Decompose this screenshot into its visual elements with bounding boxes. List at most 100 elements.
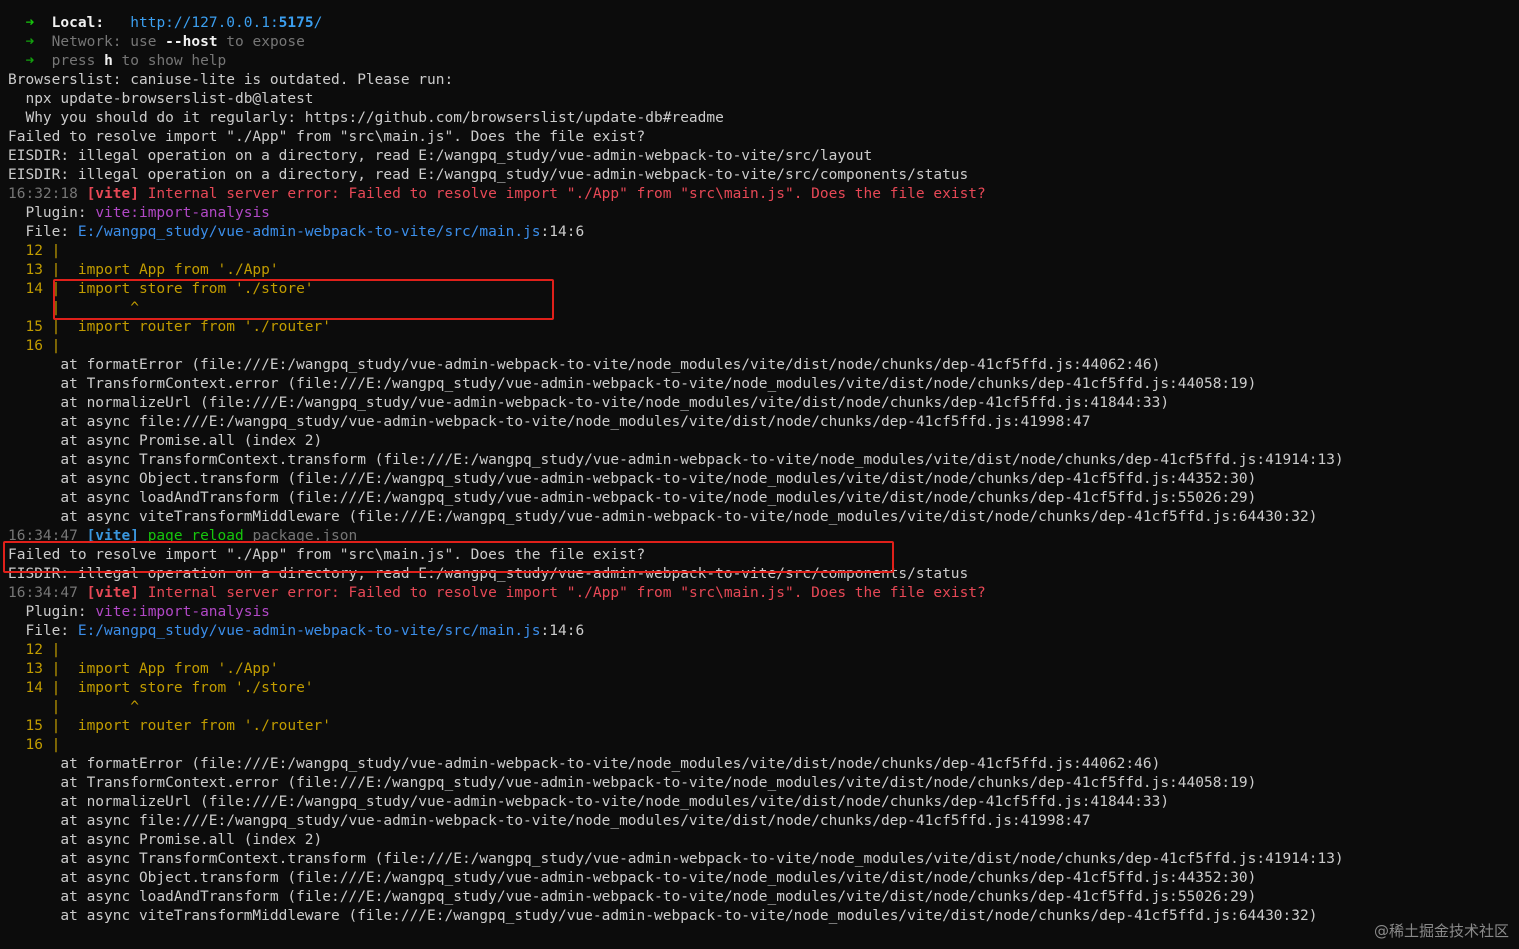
code-frame-line: 14 | import store from './store' <box>8 679 1519 698</box>
terminal-text-segment: ➜ <box>25 53 35 69</box>
terminal-text-segment: Why you should do it regularly: https://… <box>8 110 724 126</box>
terminal-text-segment: at async file:///E:/wangpq_study/vue-adm… <box>8 813 1091 829</box>
terminal-text-segment: | ^ <box>8 699 139 715</box>
terminal-text-segment: at async TransformContext.transform (fil… <box>8 851 1344 867</box>
terminal-text-segment: [vite] <box>86 528 139 544</box>
stack-trace-line: at async loadAndTransform (file:///E:/wa… <box>8 489 1519 508</box>
terminal-text-segment: Internal server error: Failed to resolve… <box>138 186 986 202</box>
watermark: @稀土掘金技术社区 <box>1373 922 1509 940</box>
terminal-text-segment: package.json <box>243 528 358 544</box>
terminal-text-segment: --host <box>165 34 218 50</box>
code-frame-line: 14 | import store from './store' <box>8 280 1519 299</box>
terminal-text-segment: | ^ <box>8 300 139 316</box>
terminal-text-segment: [vite] <box>86 585 139 601</box>
stack-trace-line: at normalizeUrl (file:///E:/wangpq_study… <box>8 394 1519 413</box>
terminal-text-segment: at async viteTransformMiddleware (file:/… <box>8 509 1318 525</box>
terminal-text-segment: E:/wangpq_study/vue-admin-webpack-to-vit… <box>77 224 541 240</box>
vite-help-line: ➜ press h to show help <box>8 52 1519 71</box>
terminal-text-segment: EISDIR: illegal operation on a directory… <box>8 566 969 582</box>
resolve-error-line: Failed to resolve import "./App" from "s… <box>8 546 1519 565</box>
browserslist-line: Browserslist: caniuse-lite is outdated. … <box>8 71 1519 90</box>
code-frame-line: 15 | import router from './router' <box>8 318 1519 337</box>
terminal-text-segment: to show help <box>112 53 227 69</box>
terminal-text-segment: page reload <box>147 528 244 544</box>
stack-trace-line: at async Object.transform (file:///E:/wa… <box>8 869 1519 888</box>
terminal-text-segment: at async file:///E:/wangpq_study/vue-adm… <box>8 414 1091 430</box>
terminal-text-segment: E:/wangpq_study/vue-admin-webpack-to-vit… <box>77 623 541 639</box>
terminal-text-segment: 16 | <box>8 737 61 753</box>
stack-trace-line: at formatError (file:///E:/wangpq_study/… <box>8 755 1519 774</box>
terminal-text-segment: 13 | import App from './App' <box>8 661 279 677</box>
page-reload-line: 16:34:47 [vite] page reload package.json <box>8 527 1519 546</box>
terminal-text-segment: File: <box>8 623 78 639</box>
terminal-text-segment: h <box>104 53 113 69</box>
stack-trace-line: at async loadAndTransform (file:///E:/wa… <box>8 888 1519 907</box>
file-line: File: E:/wangpq_study/vue-admin-webpack-… <box>8 622 1519 641</box>
terminal-text-segment: Failed to resolve import "./App" from "s… <box>8 129 646 145</box>
code-frame-line: 15 | import router from './router' <box>8 717 1519 736</box>
stack-trace-line: at async Promise.all (index 2) <box>8 432 1519 451</box>
terminal-text-segment: 15 | import router from './router' <box>8 319 332 335</box>
terminal-text-segment: [vite] <box>86 186 139 202</box>
terminal-text-segment: 14 | import store from './store' <box>8 680 314 696</box>
vite-local-line: ➜ Local: http://127.0.0.1:5175/ <box>8 14 1519 33</box>
stack-trace-line: at async viteTransformMiddleware (file:/… <box>8 508 1519 527</box>
browserslist-why-line: Why you should do it regularly: https://… <box>8 109 1519 128</box>
code-frame-line: 16 | <box>8 337 1519 356</box>
stack-trace-line: at async file:///E:/wangpq_study/vue-adm… <box>8 812 1519 831</box>
terminal-text-segment: at async Promise.all (index 2) <box>8 433 323 449</box>
terminal-text-segment: at async Object.transform (file:///E:/wa… <box>8 471 1257 487</box>
terminal-text-segment: 16:32:18 <box>8 186 78 202</box>
terminal-text-segment: Plugin: <box>8 205 96 221</box>
terminal-text-segment: EISDIR: illegal operation on a directory… <box>8 167 969 183</box>
terminal-text-segment: npx update-browserslist-db@latest <box>8 91 314 107</box>
stack-trace-line: at formatError (file:///E:/wangpq_study/… <box>8 356 1519 375</box>
eisdir-status-line: EISDIR: illegal operation on a directory… <box>8 565 1519 584</box>
terminal-text-segment: ➜ <box>25 15 35 31</box>
terminal-text-segment: at TransformContext.error (file:///E:/wa… <box>8 376 1257 392</box>
terminal-text-segment: EISDIR: illegal operation on a directory… <box>8 148 873 164</box>
terminal-text-segment: vite:import-analysis <box>95 205 270 221</box>
terminal-text-segment: use <box>121 34 166 50</box>
code-frame-line: 13 | import App from './App' <box>8 660 1519 679</box>
terminal-output[interactable]: ➜ Local: http://127.0.0.1:5175/ ➜ Networ… <box>8 14 1519 926</box>
terminal-text-segment: 12 | <box>8 642 61 658</box>
terminal-text-segment: :14:6 <box>540 623 585 639</box>
code-frame-line: | ^ <box>8 698 1519 717</box>
terminal-text-segment: Plugin: <box>8 604 96 620</box>
terminal-text-segment: :14:6 <box>540 224 585 240</box>
terminal-text-segment: ➜ <box>25 34 35 50</box>
terminal-text-segment: at async viteTransformMiddleware (file:/… <box>8 908 1318 924</box>
terminal-text-segment: at normalizeUrl (file:///E:/wangpq_study… <box>8 395 1170 411</box>
terminal-text-segment: File: <box>8 224 78 240</box>
terminal-text-segment: Local: <box>51 15 105 31</box>
code-frame-line: 12 | <box>8 242 1519 261</box>
plugin-line: Plugin: vite:import-analysis <box>8 603 1519 622</box>
stack-trace-line: at async Object.transform (file:///E:/wa… <box>8 470 1519 489</box>
terminal-text-segment: 13 | import App from './App' <box>8 262 279 278</box>
vite-network-line: ➜ Network: use --host to expose <box>8 33 1519 52</box>
eisdir-status-line: EISDIR: illegal operation on a directory… <box>8 166 1519 185</box>
file-line: File: E:/wangpq_study/vue-admin-webpack-… <box>8 223 1519 242</box>
terminal-text-segment: at async loadAndTransform (file:///E:/wa… <box>8 889 1257 905</box>
terminal-text-segment: to expose <box>217 34 305 50</box>
browserslist-cmd-line: npx update-browserslist-db@latest <box>8 90 1519 109</box>
terminal-text-segment: at formatError (file:///E:/wangpq_study/… <box>8 756 1161 772</box>
code-frame-line: | ^ <box>8 299 1519 318</box>
code-frame-line: 12 | <box>8 641 1519 660</box>
terminal-text-segment: at TransformContext.error (file:///E:/wa… <box>8 775 1257 791</box>
terminal-text-segment: / <box>313 15 323 31</box>
internal-error-line: 16:34:47 [vite] Internal server error: F… <box>8 584 1519 603</box>
stack-trace-line: at async file:///E:/wangpq_study/vue-adm… <box>8 413 1519 432</box>
stack-trace-line: at TransformContext.error (file:///E:/wa… <box>8 774 1519 793</box>
terminal-text-segment: 5175 <box>278 15 314 31</box>
code-frame-line: 13 | import App from './App' <box>8 261 1519 280</box>
terminal-text-segment: 16:34:47 <box>8 528 78 544</box>
eisdir-layout-line: EISDIR: illegal operation on a directory… <box>8 147 1519 166</box>
stack-trace-line: at async Promise.all (index 2) <box>8 831 1519 850</box>
terminal-text-segment: 15 | import router from './router' <box>8 718 332 734</box>
